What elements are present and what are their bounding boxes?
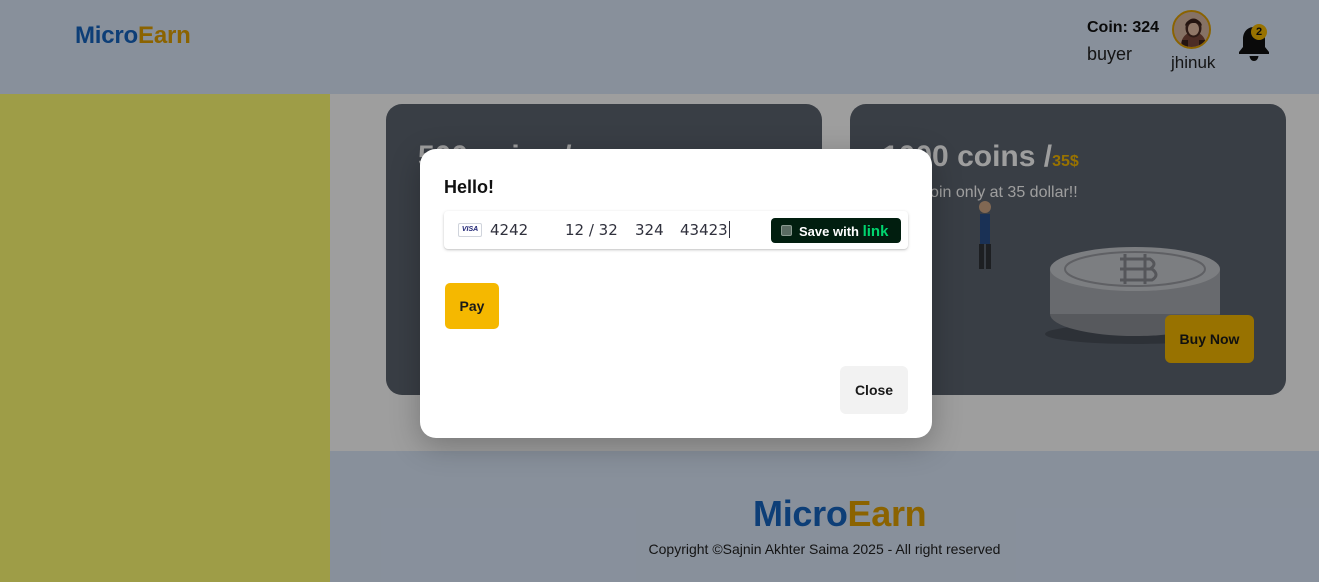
card-cvc-field[interactable]: 324 [635,221,664,239]
card-details-input[interactable]: VISA 4242 12 / 32 324 43423 Save with li… [444,211,908,249]
save-checkbox[interactable] [781,225,792,236]
payment-modal: Hello! VISA 4242 12 / 32 324 43423 Save … [420,149,932,438]
card-expiry-field[interactable]: 12 / 32 [565,221,618,239]
visa-card-icon: VISA [458,223,482,237]
close-button[interactable]: Close [840,366,908,414]
link-logo: link [862,223,889,240]
card-zip-field[interactable]: 43423 [680,221,730,239]
save-with-link-button[interactable]: Save with link [771,218,901,243]
card-number-field[interactable]: 4242 [490,221,528,239]
link-label: Save with link [799,223,888,240]
modal-title: Hello! [444,177,495,197]
link-prefix: Save with [799,224,859,239]
pay-button[interactable]: Pay [445,283,499,329]
card-zip-value: 43423 [680,221,728,239]
text-caret [728,221,730,238]
